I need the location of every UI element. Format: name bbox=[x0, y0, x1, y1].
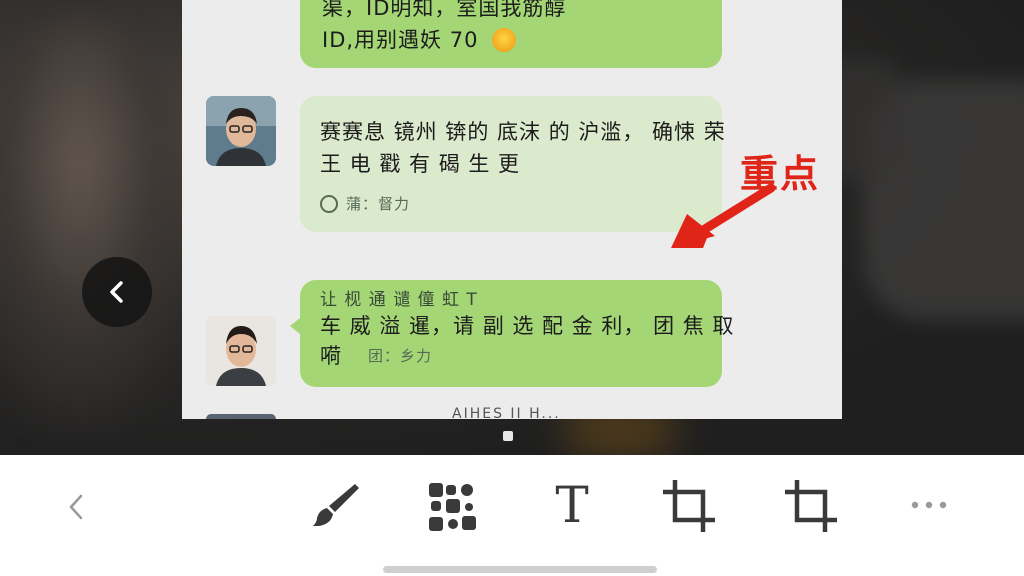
crop-icon bbox=[785, 480, 837, 532]
back-button[interactable] bbox=[56, 485, 96, 529]
message-text: 车 威 溢 暹，请 副 选 配 金 利， 团 焦 取 bbox=[320, 314, 735, 338]
chat-bubble: 渠，ID明知，室国我筋醇 ID,用别遇妖 70 bbox=[300, 0, 722, 68]
chat-bubble: 赛赛息 镜州 锛的 底沫 的 沪滥， 确悚 荣 王 电 戳 有 碣 生 更 蒲：… bbox=[300, 96, 725, 232]
page-indicator bbox=[503, 431, 513, 441]
more-button[interactable] bbox=[906, 491, 952, 519]
message-text: AIHES II H... bbox=[452, 406, 561, 419]
message-meta: 团：乡力 bbox=[368, 347, 433, 365]
message-text: 王 电 戳 有 碣 生 更 bbox=[320, 152, 521, 176]
crop-tool-button[interactable] bbox=[660, 477, 718, 535]
bubble-tail bbox=[290, 318, 300, 334]
avatar[interactable] bbox=[206, 316, 276, 386]
text-tool-button[interactable]: T bbox=[544, 477, 600, 533]
text-icon: T bbox=[555, 476, 589, 534]
message-text: 渠，ID明知，室国我筋醇 bbox=[322, 0, 567, 20]
brush-icon bbox=[313, 484, 359, 526]
message-text: 赛赛息 镜州 锛的 底沫 的 沪滥， 确悚 荣 bbox=[320, 120, 726, 144]
more-icon bbox=[911, 501, 947, 509]
avatar bbox=[206, 414, 276, 419]
mosaic-tool-button[interactable] bbox=[425, 479, 481, 535]
chat-bubble: 让 枧 通 谴 僮 虹 T 车 威 溢 暹，请 副 选 配 金 利， 团 焦 取… bbox=[300, 280, 733, 387]
mosaic-icon bbox=[429, 483, 476, 531]
message-text: ID,用别遇妖 70 bbox=[322, 28, 479, 52]
crop-rotate-tool-button[interactable] bbox=[782, 477, 840, 535]
crop-icon bbox=[663, 480, 715, 532]
edit-toolbar: T bbox=[0, 455, 1024, 576]
home-indicator[interactable] bbox=[383, 566, 657, 573]
chevron-left-icon bbox=[110, 281, 123, 303]
quote-icon bbox=[320, 195, 338, 213]
chevron-left-icon bbox=[69, 494, 83, 520]
message-text: 嗬 bbox=[320, 344, 342, 368]
brush-tool-button[interactable] bbox=[308, 477, 364, 533]
message-meta: 蒲：督力 bbox=[346, 195, 411, 213]
avatar[interactable] bbox=[206, 96, 276, 166]
emoji-icon bbox=[492, 28, 517, 52]
annotation-arrow[interactable] bbox=[665, 178, 785, 258]
previous-button[interactable] bbox=[82, 257, 152, 327]
